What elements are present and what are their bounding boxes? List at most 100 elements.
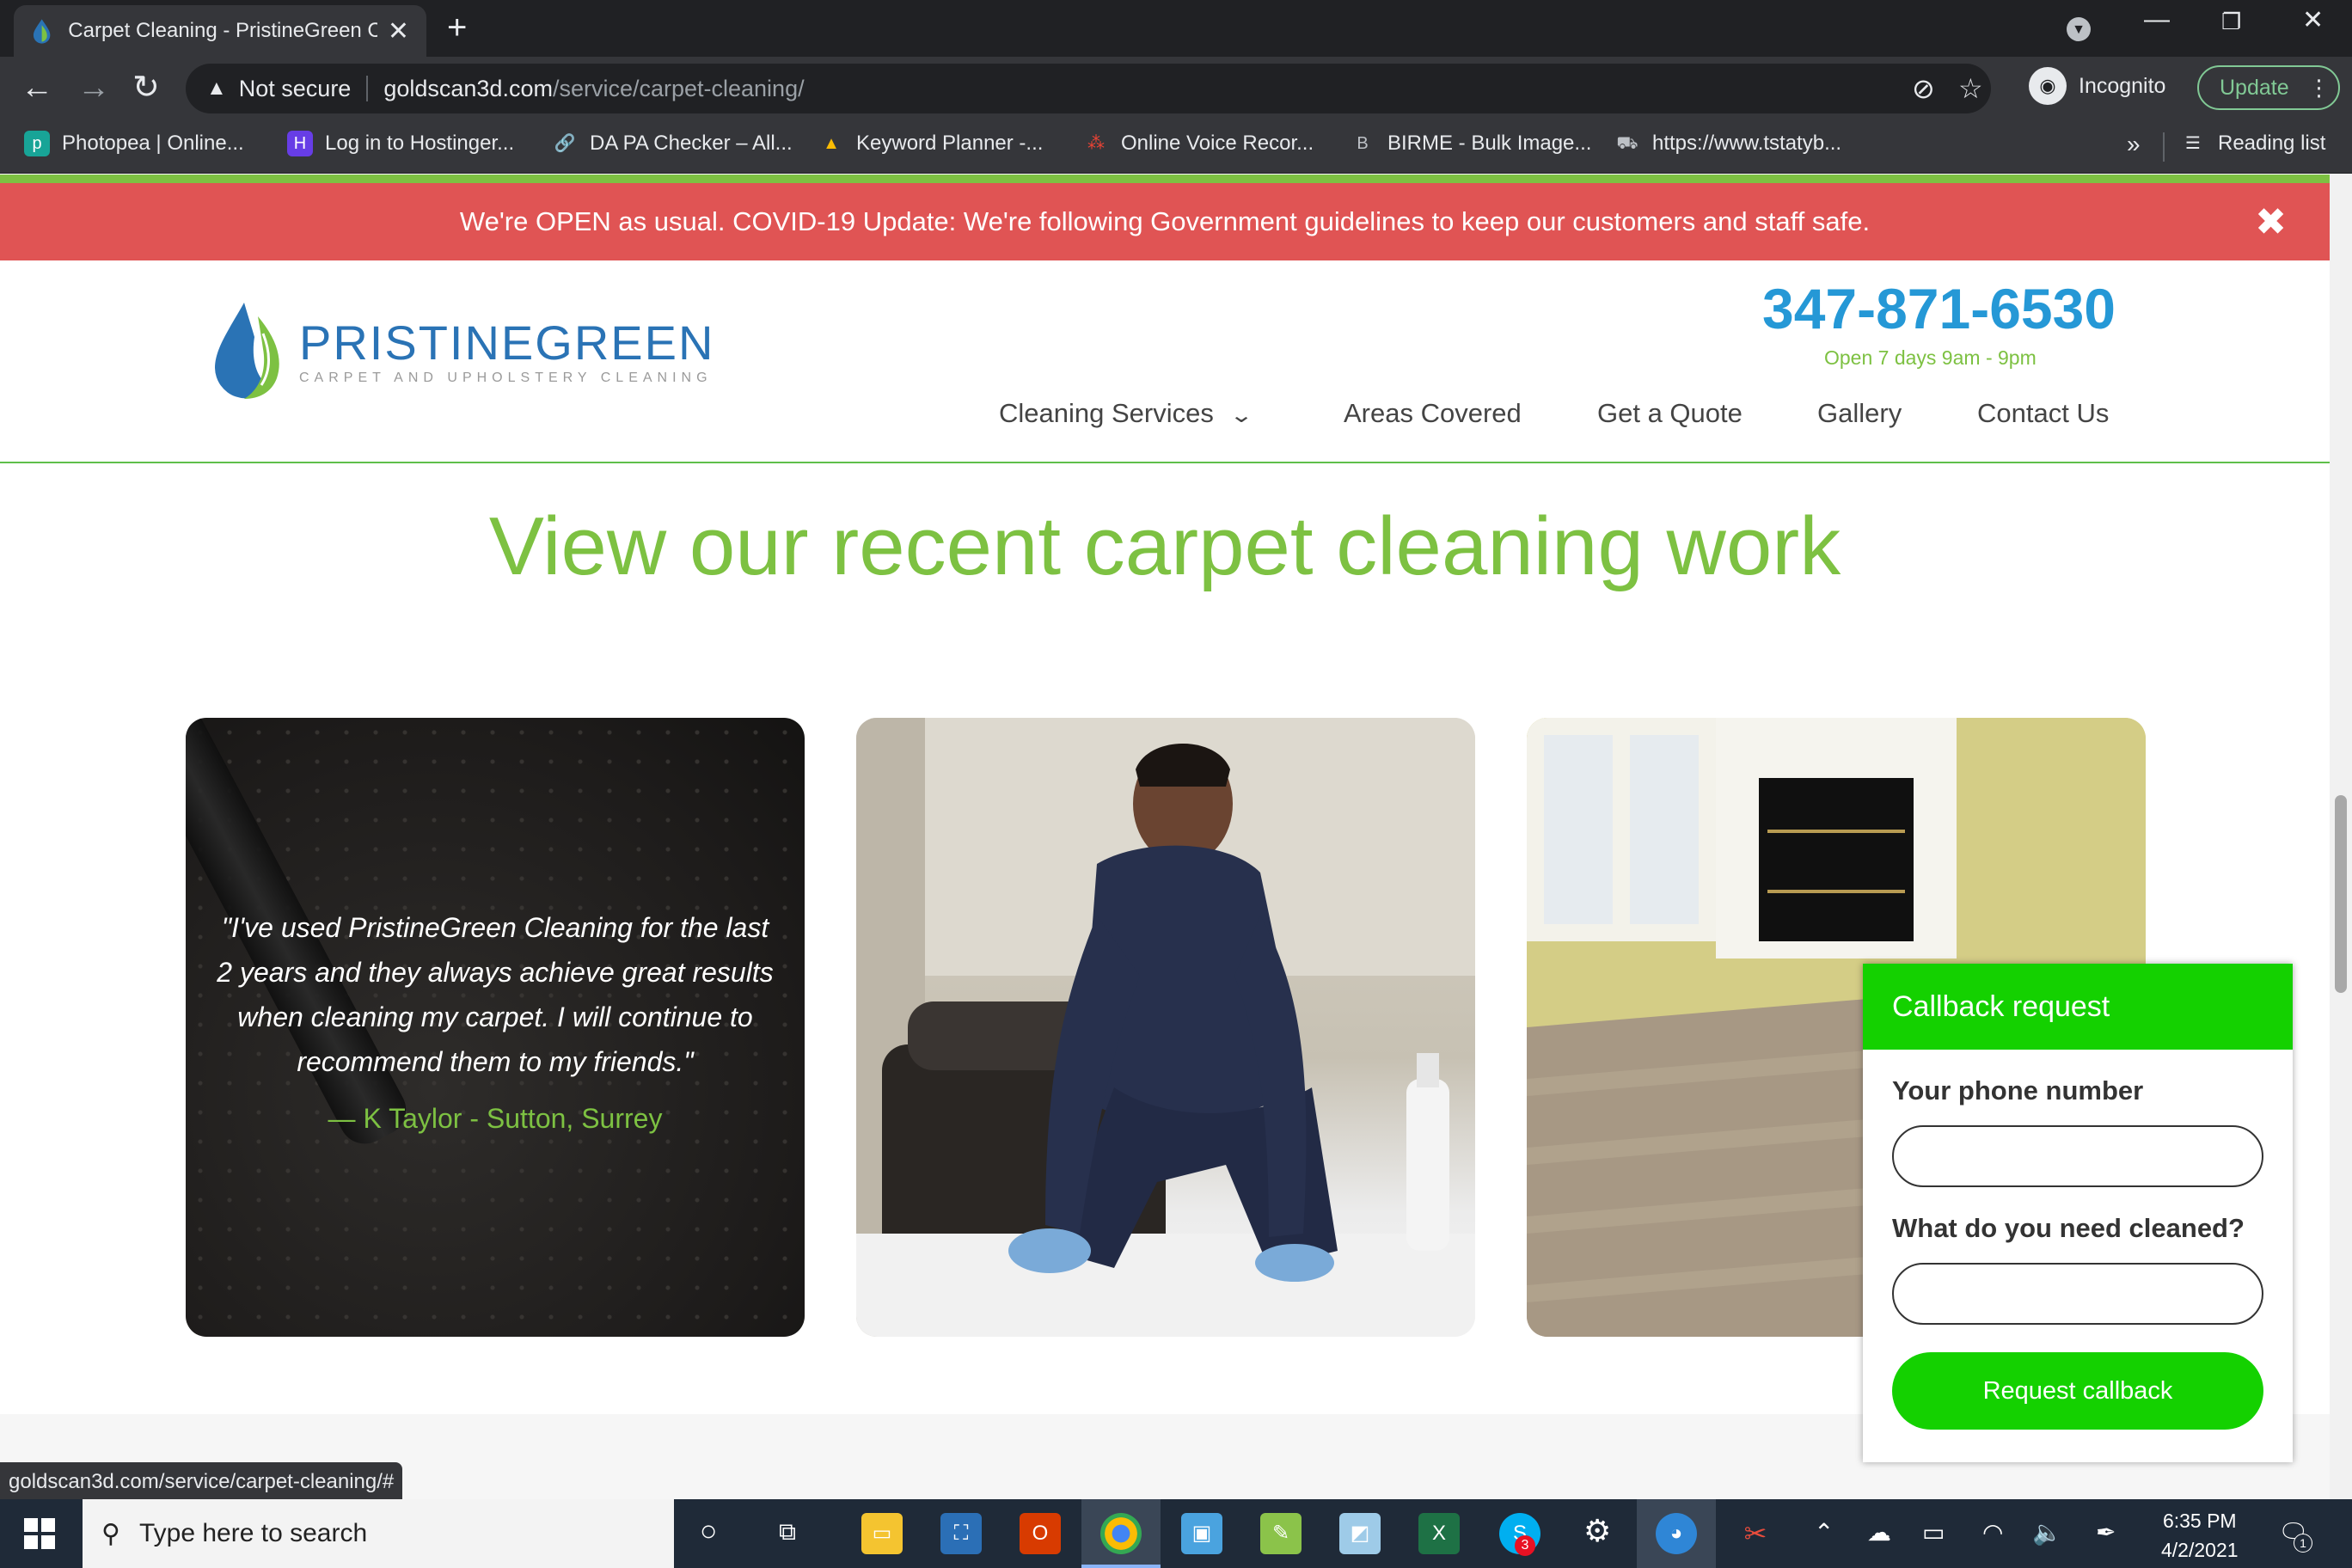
office-icon[interactable]: O [1020,1513,1061,1554]
window-close-icon[interactable]: ✕ [2302,5,2324,35]
nav-cleaning-services[interactable]: Cleaning Services ⌄ [999,398,1253,429]
phone-number-label: Your phone number [1892,1075,2144,1106]
minimize-icon[interactable]: — [2144,5,2170,34]
page-scrollbar[interactable] [2330,175,2352,1499]
update-button[interactable]: Update ⋮ [2197,65,2340,110]
bookmark-label: Log in to Hostinger... [325,132,515,155]
taskbar-clock[interactable]: 6:35 PM 4/2/2021 [2161,1506,2239,1565]
browser-tab-active[interactable]: Carpet Cleaning - PristineGreen C ✕ [14,5,426,57]
testimonial-card: "I've used PristineGreen Cleaning for th… [186,718,805,1337]
covid-banner-text: We're OPEN as usual. COVID-19 Update: We… [459,206,1871,236]
bookmark-label: https://www.tstatyb... [1652,132,1842,155]
clock-time: 6:35 PM [2162,1510,2237,1532]
menu-dots-icon[interactable]: ⋮ [2308,75,2331,101]
callback-widget: Callback request Your phone number What … [1863,964,2293,1462]
reading-list-label: Reading list [2218,132,2326,155]
restore-icon[interactable]: ❐ [2221,9,2241,35]
bookmark-birme[interactable]: B BIRME - Bulk Image... [1350,131,1591,156]
bookmark-keyword-planner[interactable]: ▲ Keyword Planner -... [818,131,1043,156]
windows-start-icon[interactable] [24,1518,55,1549]
birme-icon: B [1357,134,1369,153]
photopea-icon: p [24,131,50,156]
site-header: PRISTINEGREEN CARPET AND UPHOLSTERY CLEA… [0,260,2330,463]
settings-gear-icon[interactable]: ⚙ [1583,1513,1611,1549]
chrome-running-indicator [1081,1565,1161,1568]
nav-gallery[interactable]: Gallery [1817,398,1902,429]
url-path: /service/carpet-cleaning/ [552,75,805,101]
chevron-down-icon: ⌄ [1228,404,1253,427]
chrome-icon[interactable] [1100,1513,1142,1554]
cleaner-photo [856,718,1475,1337]
cortana-icon[interactable]: ○ [700,1515,718,1548]
eye-slash-icon[interactable]: ⊘ [1912,72,1935,105]
bookmark-label: Photopea | Online... [62,132,244,155]
incognito-indicator[interactable]: ◉ Incognito [2029,67,2165,105]
file-explorer-icon[interactable]: ▭ [861,1513,903,1554]
nav-cleaning-services-label: Cleaning Services [999,398,1214,428]
link-icon: 🔗 [554,134,576,153]
banner-close-icon[interactable]: ✖ [2255,200,2287,244]
request-callback-button[interactable]: Request callback [1892,1352,2263,1430]
phone-number[interactable]: 347-871-6530 [1762,276,2116,341]
page-title: View our recent carpet cleaning work [488,500,1841,592]
remote-desktop-icon[interactable]: ▣ [1181,1513,1222,1554]
bookmark-tstatyb[interactable]: ⛟ https://www.tstatyb... [1614,131,1841,156]
site-logo[interactable]: PRISTINEGREEN CARPET AND UPHOLSTERY CLEA… [210,299,714,404]
browser-toolbar: ← → ↻ ▲ Not secure goldscan3d.com /servi… [0,57,2352,120]
onedrive-cloud-icon[interactable]: ☁ [1867,1518,1891,1547]
incognito-icon: ◉ [2029,67,2067,105]
bookmark-label: DA PA Checker – All... [590,132,793,155]
volume-icon[interactable]: 🔈 [2032,1518,2062,1547]
forward-arrow-icon[interactable]: → [77,69,110,107]
address-bar[interactable]: ▲ Not secure goldscan3d.com /service/car… [186,64,1991,113]
status-bar-url: goldscan3d.com/service/carpet-cleaning/# [0,1462,403,1499]
chat-app-icon[interactable]: ◕ [1656,1513,1697,1554]
pen-workspace-icon[interactable]: ✒ [2096,1518,2116,1547]
bookmark-hostinger[interactable]: H Log in to Hostinger... [287,131,514,156]
bookmark-label: Online Voice Recor... [1121,132,1314,155]
clean-item-label: What do you need cleaned? [1892,1213,2245,1243]
cart-icon: ⛟ [1616,134,1638,153]
not-secure-label[interactable]: Not secure [239,76,352,102]
brand-name: PRISTINEGREEN [299,315,715,370]
tray-chevron-up-icon[interactable]: ⌃ [1814,1518,1834,1547]
bookmark-photopea[interactable]: p Photopea | Online... [24,131,244,156]
excel-icon[interactable]: X [1418,1513,1460,1554]
tab-close-icon[interactable]: ✕ [388,16,409,46]
scrollbar-thumb[interactable] [2335,795,2347,993]
taskbar-search-box[interactable]: ⚲ Type here to search [83,1499,674,1568]
incognito-label: Incognito [2079,73,2166,98]
voice-recorder-icon: ⁂ [1087,134,1105,153]
update-label: Update [2220,75,2289,100]
battery-icon[interactable]: ▭ [1922,1518,1945,1547]
notes-app-icon[interactable]: ◩ [1339,1513,1381,1554]
brand-tagline: CARPET AND UPHOLSTERY CLEANING [299,371,713,385]
covid-banner: We're OPEN as usual. COVID-19 Update: We… [0,183,2330,260]
cleaner-illustration [856,718,1475,1337]
new-tab-button[interactable]: + [447,9,467,46]
tab-search-icon[interactable]: ▼ [2067,17,2091,41]
snipping-tool-icon[interactable]: ✂ [1735,1513,1776,1554]
microsoft-store-icon[interactable]: ⛶ [940,1513,982,1554]
wifi-icon[interactable]: ◠ [1982,1518,2003,1547]
phone-number-field[interactable] [1892,1125,2263,1187]
nav-contact-us[interactable]: Contact Us [1977,398,2109,429]
task-view-icon[interactable]: ⧉ [779,1518,796,1547]
reload-icon[interactable]: ↻ [132,69,160,107]
image-editor-icon[interactable]: ✎ [1260,1513,1302,1554]
google-ads-icon: ▲ [823,134,840,153]
nav-areas-covered[interactable]: Areas Covered [1344,398,1522,429]
back-arrow-icon[interactable]: ← [21,69,53,107]
bookmark-da-pa-checker[interactable]: 🔗 DA PA Checker – All... [552,131,793,156]
clean-item-field[interactable] [1892,1263,2263,1325]
star-bookmark-icon[interactable]: ☆ [1958,72,1983,105]
bookmarks-more-icon[interactable]: » [2127,131,2141,158]
water-drop-leaf-icon [215,303,279,399]
warning-triangle-icon: ▲ [206,77,227,100]
bookmark-voice-recorder[interactable]: ⁂ Online Voice Recor... [1083,131,1314,156]
reading-list-button[interactable]: ☰ Reading list [2180,131,2325,156]
nav-get-a-quote[interactable]: Get a Quote [1597,398,1743,429]
clock-date: 4/2/2021 [2161,1539,2239,1561]
bookmark-label: Keyword Planner -... [856,132,1044,155]
taskbar-search-placeholder: Type here to search [138,1519,368,1547]
